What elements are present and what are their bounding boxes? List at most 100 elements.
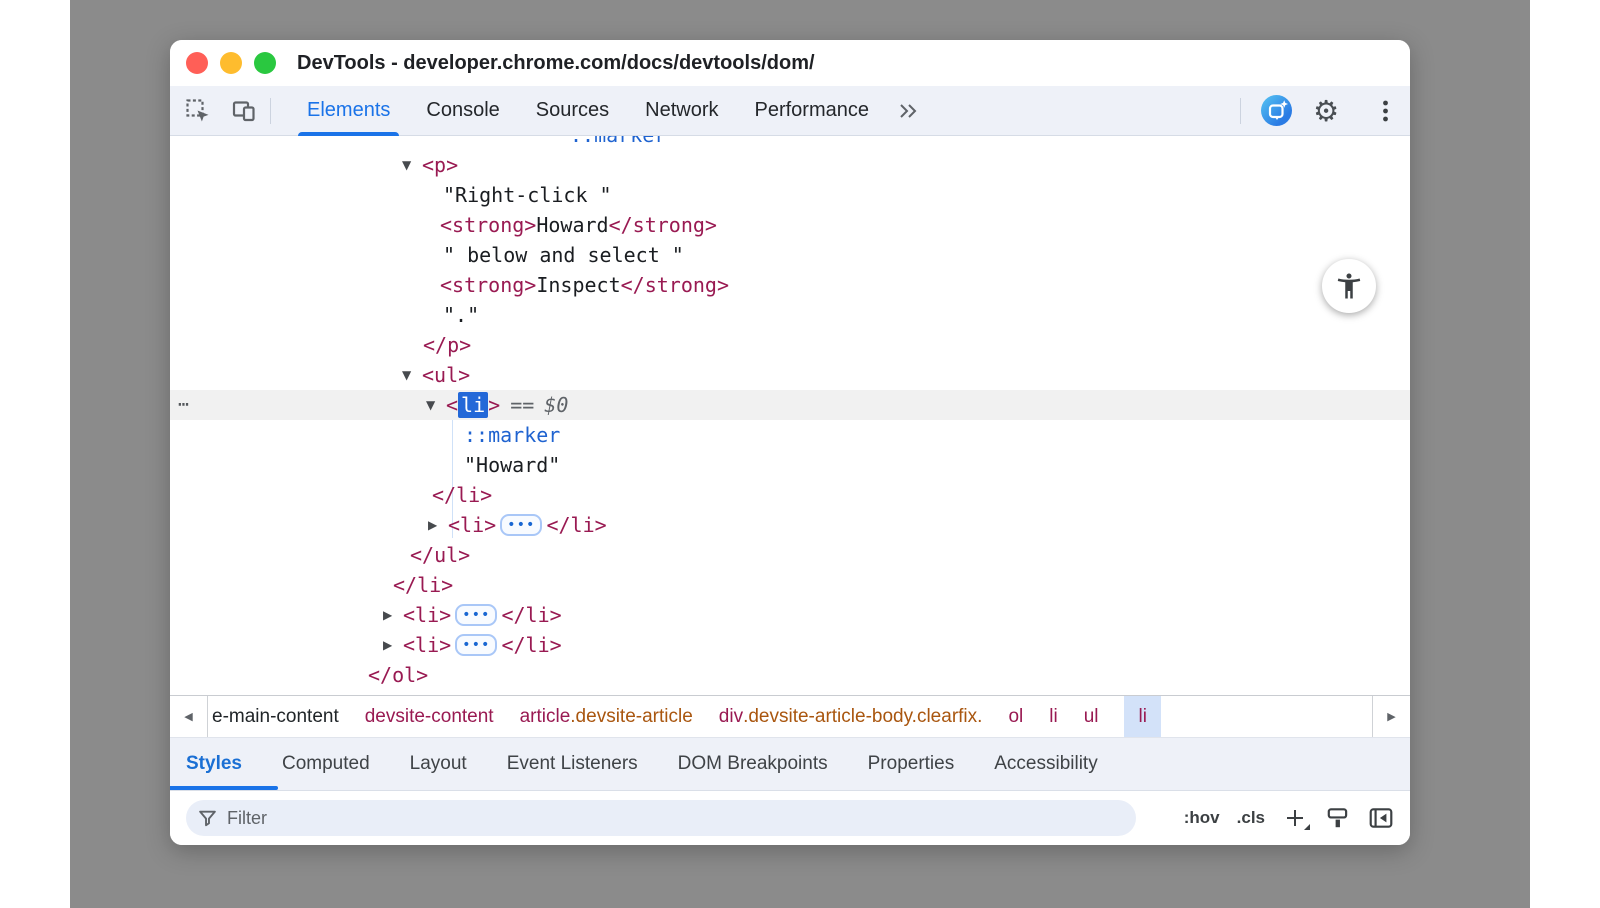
tab-console[interactable]: Console [426,86,499,136]
breadcrumb-tag-part: div [719,706,743,728]
collapse-arrow-icon[interactable]: ▶ [383,630,403,660]
dom-tree-row[interactable]: </ol> [170,660,1410,690]
pseudo-element-token: ::marker [464,423,560,447]
breadcrumb-plain-part: e-main-content [212,706,339,728]
breadcrumb-tag-part: li [1138,706,1146,728]
tab-event-listeners[interactable]: Event Listeners [507,753,638,775]
tab-performance[interactable]: Performance [755,86,870,136]
equals-token: == [510,393,534,417]
dom-tree-row[interactable]: ▼<ul> [170,360,1410,390]
dom-tree-row[interactable]: ▶<li>•••</li> [170,510,1410,540]
dom-tree-row[interactable]: "Right-click " [170,180,1410,210]
row-overflow-dots: ⋯ [178,390,190,420]
collapse-arrow-icon[interactable]: ▶ [428,510,448,540]
text-token: "Howard" [464,453,560,477]
console-var-token: $0 [544,393,568,417]
breadcrumb-item[interactable]: ol [1008,696,1023,737]
filter-controls: :hov .cls [1184,805,1394,831]
ai-assistant-icon[interactable] [1261,95,1292,126]
collapse-panel-icon[interactable] [1368,805,1394,831]
text-token: "Right-click " [443,183,612,207]
dom-tree-rows: ::marker▼<p>"Right-click "<strong>Howard… [170,136,1410,690]
tag-token: </strong> [621,273,729,297]
filter-input[interactable] [227,808,1124,829]
dom-tree-row[interactable]: <strong>Inspect</strong> [170,270,1410,300]
breadcrumb-tag-part: ul [1084,706,1099,728]
expand-arrow-icon[interactable]: ▼ [402,360,422,390]
toolbar-divider [1240,98,1241,124]
tab-sources[interactable]: Sources [536,86,609,136]
inspect-icon[interactable] [184,97,212,125]
new-style-rule-button[interactable] [1282,805,1308,831]
dom-tree-row[interactable]: ⋯▼<li>==$0 [170,390,1410,420]
breadcrumb-item[interactable]: li [1124,696,1160,737]
tag-token: < [446,393,458,417]
breadcrumb-item[interactable]: div.devsite-article-body.clearfix. [719,696,983,737]
tab-accessibility[interactable]: Accessibility [994,753,1097,775]
breadcrumb-scroll-right-button[interactable]: ▶ [1372,696,1410,737]
collapse-arrow-icon[interactable]: ▶ [383,600,403,630]
traffic-lights [170,52,276,74]
breadcrumb-tag-part: li [1049,706,1057,728]
dom-tree-row[interactable]: </p> [170,330,1410,360]
dom-tree-row[interactable]: "." [170,300,1410,330]
zoom-button[interactable] [254,52,276,74]
text-token: Inspect [536,273,620,297]
expand-arrow-icon[interactable]: ▼ [402,150,422,180]
accessibility-person-icon[interactable] [1322,259,1376,313]
tab-styles[interactable]: Styles [186,753,242,775]
tab-properties[interactable]: Properties [868,753,955,775]
dom-tree-row[interactable]: </li> [170,480,1410,510]
dom-tree-panel: ::marker▼<p>"Right-click "<strong>Howard… [170,136,1410,695]
dom-tree-row[interactable]: ::marker [170,136,1410,150]
breadcrumb-item[interactable]: devsite-content [365,696,494,737]
breadcrumb-tag-part: ol [1008,706,1023,728]
toggle-element-state-button[interactable]: :hov [1184,808,1220,828]
dom-tree-row[interactable]: </li> [170,570,1410,600]
styles-pane-tabs: Styles Computed Layout Event Listeners DOM B… [170,737,1410,790]
devtools-toolbar: Elements Console Sources Network Performance… [170,86,1410,136]
selected-tag-name: li [458,392,488,418]
dom-tree-row[interactable]: ▶<li>•••</li> [170,630,1410,660]
breadcrumb-cls-part: .devsite-article-body.clearfix. [743,706,982,728]
dom-tree-row[interactable]: "Howard" [170,450,1410,480]
close-button[interactable] [186,52,208,74]
collapsed-content-ellipsis-button[interactable]: ••• [500,514,542,536]
dom-tree-row[interactable]: <strong>Howard</strong> [170,210,1410,240]
more-options-icon[interactable] [1378,97,1392,125]
text-token: "." [443,303,479,327]
breadcrumb-scroll-left-button[interactable]: ◀ [170,696,208,737]
more-tabs-button[interactable] [897,99,921,123]
element-classes-button[interactable]: .cls [1237,808,1265,828]
paint-roller-icon[interactable] [1325,805,1351,831]
settings-gear-icon[interactable]: ⚙ [1312,97,1340,125]
dom-tree-row[interactable]: " below and select " [170,240,1410,270]
device-toolbar-icon[interactable] [230,97,258,125]
minimize-button[interactable] [220,52,242,74]
tab-network[interactable]: Network [645,86,718,136]
tab-elements[interactable]: Elements [307,86,390,136]
breadcrumb-item[interactable]: ul [1084,696,1099,737]
tab-computed[interactable]: Computed [282,753,370,775]
window-title: DevTools - developer.chrome.com/docs/dev… [297,52,815,75]
toolbar-right: ⚙ [1240,95,1392,126]
breadcrumb-item[interactable]: e-main-content [212,696,339,737]
tab-dom-breakpoints[interactable]: DOM Breakpoints [678,753,828,775]
tab-layout[interactable]: Layout [410,753,467,775]
breadcrumb-item[interactable]: li [1049,696,1057,737]
panel-tabs: Elements Console Sources Network Performance [307,86,869,136]
breadcrumb-tag-part: devsite-content [365,706,494,728]
tag-token: </ul> [410,543,470,567]
filter-funnel-icon [198,809,217,828]
breadcrumb-item[interactable]: article.devsite-article [520,696,693,737]
dom-tree-row[interactable]: ::marker [170,420,1410,450]
title-bar: DevTools - developer.chrome.com/docs/dev… [170,40,1410,86]
expand-arrow-icon[interactable]: ▼ [426,390,446,420]
dom-tree-row[interactable]: ▶<li>•••</li> [170,600,1410,630]
dom-tree-row[interactable]: ▼<p> [170,150,1410,180]
tag-token: </li> [501,603,561,627]
collapsed-content-ellipsis-button[interactable]: ••• [455,634,497,656]
filter-field[interactable] [186,800,1136,836]
collapsed-content-ellipsis-button[interactable]: ••• [455,604,497,626]
dom-tree-row[interactable]: </ul> [170,540,1410,570]
